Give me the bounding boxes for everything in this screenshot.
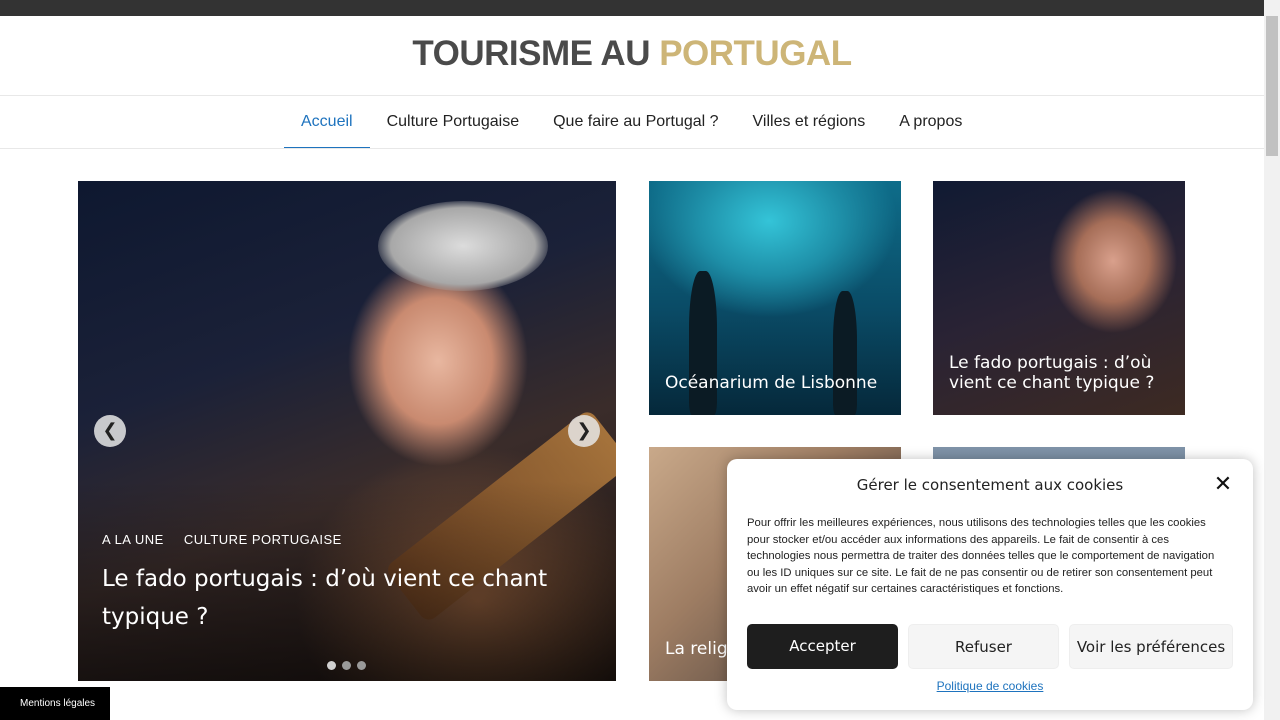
slider-dots: [327, 661, 366, 670]
chevron-right-icon[interactable]: ❯: [568, 415, 600, 447]
card-image-silhouette: [833, 291, 857, 415]
card-title[interactable]: Océanarium de Lisbonne: [665, 373, 889, 393]
card-title[interactable]: Le fado portugais : d’où vient ce chant …: [949, 353, 1173, 393]
refuse-button[interactable]: Refuser: [908, 624, 1059, 669]
logo-main-text: TOURISME AU: [412, 34, 660, 73]
scrollbar[interactable]: [1264, 0, 1280, 720]
slide-categories: A LA UNE CULTURE PORTUGAISE: [102, 532, 342, 547]
nav-item-a-propos[interactable]: A propos: [882, 96, 979, 148]
article-card-oceanarium[interactable]: Océanarium de Lisbonne: [649, 181, 901, 415]
close-icon[interactable]: ✕: [1211, 473, 1235, 497]
cookie-title: Gérer le consentement aux cookies: [856, 476, 1124, 494]
mentions-legales-link[interactable]: Mentions légales: [0, 687, 110, 720]
cookie-consent-dialog: Gérer le consentement aux cookies ✕ Pour…: [727, 459, 1253, 710]
main-nav: Accueil Culture Portugaise Que faire au …: [284, 96, 979, 149]
accept-button[interactable]: Accepter: [747, 624, 898, 669]
nav-item-accueil[interactable]: Accueil: [284, 96, 370, 149]
slider-dot[interactable]: [342, 661, 351, 670]
preferences-button[interactable]: Voir les préférences: [1069, 624, 1233, 669]
nav-item-culture[interactable]: Culture Portugaise: [370, 96, 537, 148]
cookie-text: Pour offrir les meilleures expériences, …: [747, 517, 1215, 595]
featured-slider[interactable]: ❮ ❯ A LA UNE CULTURE PORTUGAISE Le fado …: [78, 181, 616, 681]
nav-item-villes[interactable]: Villes et régions: [736, 96, 883, 148]
chevron-left-icon[interactable]: ❮: [94, 415, 126, 447]
cookie-policy-link[interactable]: Politique de cookies: [727, 679, 1253, 693]
category-link-a-la-une[interactable]: A LA UNE: [102, 532, 164, 547]
slider-dot[interactable]: [357, 661, 366, 670]
slide-image-detail: [378, 201, 548, 291]
category-link-culture[interactable]: CULTURE PORTUGAISE: [184, 532, 342, 547]
top-bar: [0, 0, 1264, 16]
scrollbar-thumb[interactable]: [1266, 16, 1278, 156]
logo-accent-text: PORTUGAL: [659, 34, 852, 73]
nav-item-que-faire[interactable]: Que faire au Portugal ?: [536, 96, 735, 148]
nav-divider: [0, 148, 1264, 149]
site-logo[interactable]: TOURISME AU PORTUGAL: [0, 34, 1264, 74]
article-card-fado[interactable]: Le fado portugais : d’où vient ce chant …: [933, 181, 1185, 415]
card-image-silhouette: [689, 271, 717, 415]
slide-title[interactable]: Le fado portugais : d’où vient ce chant …: [102, 560, 582, 636]
slider-dot[interactable]: [327, 661, 336, 670]
